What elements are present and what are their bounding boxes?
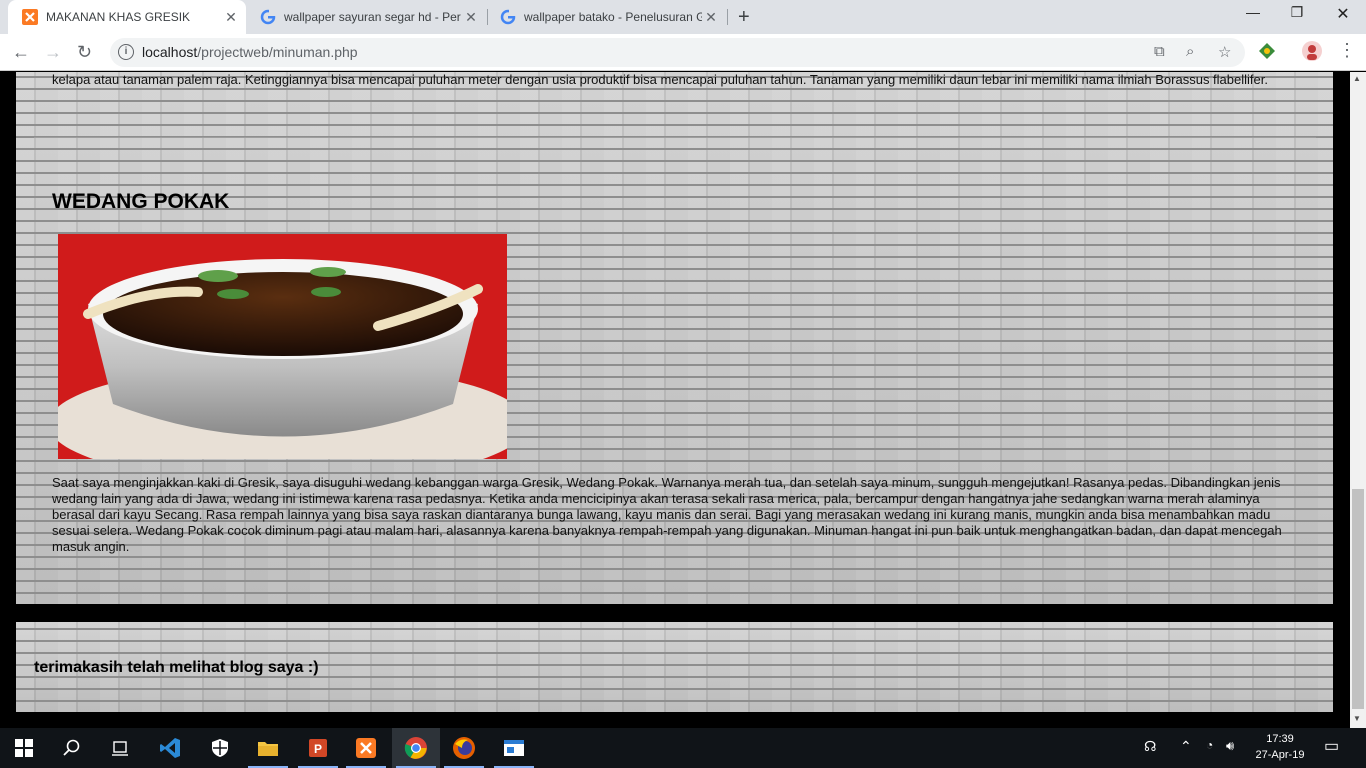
wedang-pokak-image <box>58 234 507 459</box>
vscode-icon <box>160 738 180 758</box>
folder-icon <box>258 742 278 756</box>
forward-icon[interactable]: → <box>44 42 62 63</box>
tab-google-sayuran[interactable]: wallpaper sayuran segar hd - Per ✕ <box>246 0 486 34</box>
people-icon[interactable]: ☊ <box>1144 738 1156 755</box>
search-icon <box>63 739 80 756</box>
firefox-button[interactable] <box>440 728 488 768</box>
chrome-icon <box>404 737 427 759</box>
task-view-icon <box>112 741 128 756</box>
tab-google-batako[interactable]: wallpaper batako - Penelusuran G ✕ <box>486 0 726 34</box>
menu-icon[interactable]: ⋮ <box>1338 40 1356 61</box>
tab-title: wallpaper batako - Penelusuran G <box>524 10 702 24</box>
new-tab-icon[interactable]: + <box>738 6 750 29</box>
clock-time: 17:39 <box>1266 733 1294 745</box>
site-info-icon[interactable]: i <box>118 44 134 60</box>
close-tab-icon[interactable]: ✕ <box>462 9 480 26</box>
search-button[interactable] <box>48 728 96 768</box>
window-app-icon <box>504 740 524 756</box>
shield-icon <box>212 739 228 757</box>
page-viewport: kelapa atau tanaman palem raja. Ketinggi… <box>0 72 1350 728</box>
vertical-scrollbar[interactable]: ▲ ▼ <box>1350 72 1366 728</box>
xampp-icon <box>356 738 376 758</box>
google-icon <box>260 9 276 25</box>
page-footer: terimakasih telah melihat blog saya :) <box>16 622 1333 712</box>
translate-icon[interactable]: ⧉ <box>1154 43 1165 60</box>
url-text[interactable]: localhost/projectweb/minuman.php <box>142 44 358 60</box>
article-title: WEDANG POKAK <box>52 190 230 213</box>
show-hidden-icons-icon[interactable]: ⌃ <box>1180 738 1192 755</box>
xampp-icon <box>22 9 38 25</box>
windows-logo-icon <box>15 739 33 757</box>
browser-toolbar: ← → ↻ i localhost/projectweb/minuman.php… <box>0 34 1366 71</box>
security-button[interactable] <box>196 728 244 768</box>
network-icon[interactable]: ◔ <box>1206 738 1213 752</box>
tab-active[interactable]: MAKANAN KHAS GRESIK ✕ <box>8 0 246 34</box>
svg-text:P: P <box>314 742 322 756</box>
google-icon <box>500 9 516 25</box>
xampp-button[interactable] <box>342 728 390 768</box>
scroll-down-icon[interactable]: ▼ <box>1353 714 1361 723</box>
file-explorer-button[interactable] <box>244 728 292 768</box>
app-window-button[interactable] <box>490 728 538 768</box>
volume-icon[interactable]: 🔊︎ <box>1226 738 1234 754</box>
reload-icon[interactable]: ↻ <box>77 42 92 63</box>
close-tab-icon[interactable]: ✕ <box>222 9 240 26</box>
powerpoint-button[interactable]: P <box>294 728 342 768</box>
windows-taskbar: P ☊ ⌃ ◔ 🔊︎ 17:39 27-Apr-19 ▭ <box>0 728 1366 768</box>
scroll-up-icon[interactable]: ▲ <box>1353 74 1361 83</box>
article-body: Saat saya menginjakkan kaki di Gresik, s… <box>52 475 1282 554</box>
minimize-icon[interactable]: — <box>1230 4 1276 20</box>
footer-text: terimakasih telah melihat blog saya :) <box>34 659 319 676</box>
extension-icon[interactable] <box>1258 42 1276 60</box>
url-host: localhost <box>142 44 198 60</box>
bookmark-star-icon[interactable]: ☆ <box>1218 43 1231 61</box>
clock[interactable]: 17:39 27-Apr-19 <box>1248 731 1312 763</box>
address-bar[interactable]: i localhost/projectweb/minuman.php ⧉ ⌕ ☆ <box>110 38 1245 67</box>
start-button[interactable] <box>0 728 48 768</box>
tab-separator <box>727 9 728 25</box>
previous-article-text: kelapa atau tanaman palem raja. Ketinggi… <box>52 72 1268 87</box>
chrome-button[interactable] <box>392 728 440 768</box>
url-path: /projectweb/minuman.php <box>197 44 358 60</box>
close-tab-icon[interactable]: ✕ <box>702 9 720 26</box>
vscode-button[interactable] <box>146 728 194 768</box>
wedang-pokak-picture <box>58 234 507 459</box>
scrollbar-thumb[interactable] <box>1352 489 1364 709</box>
task-view-button[interactable] <box>96 728 144 768</box>
back-icon[interactable]: ← <box>12 42 30 63</box>
profile-avatar-icon[interactable] <box>1302 41 1322 61</box>
close-window-icon[interactable]: ✕ <box>1320 4 1366 24</box>
notifications-icon[interactable]: ▭ <box>1324 736 1339 756</box>
powerpoint-icon: P <box>309 739 327 757</box>
zoom-icon[interactable]: ⌕ <box>1186 43 1194 60</box>
content-section: kelapa atau tanaman palem raja. Ketinggi… <box>16 72 1333 604</box>
tab-title: MAKANAN KHAS GRESIK <box>46 10 191 24</box>
restore-icon[interactable]: ❐ <box>1274 4 1320 21</box>
tab-title: wallpaper sayuran segar hd - Per <box>284 10 461 24</box>
clock-date: 27-Apr-19 <box>1255 749 1305 761</box>
firefox-icon <box>453 737 475 759</box>
tab-strip: MAKANAN KHAS GRESIK ✕ wallpaper sayuran … <box>0 0 1366 34</box>
